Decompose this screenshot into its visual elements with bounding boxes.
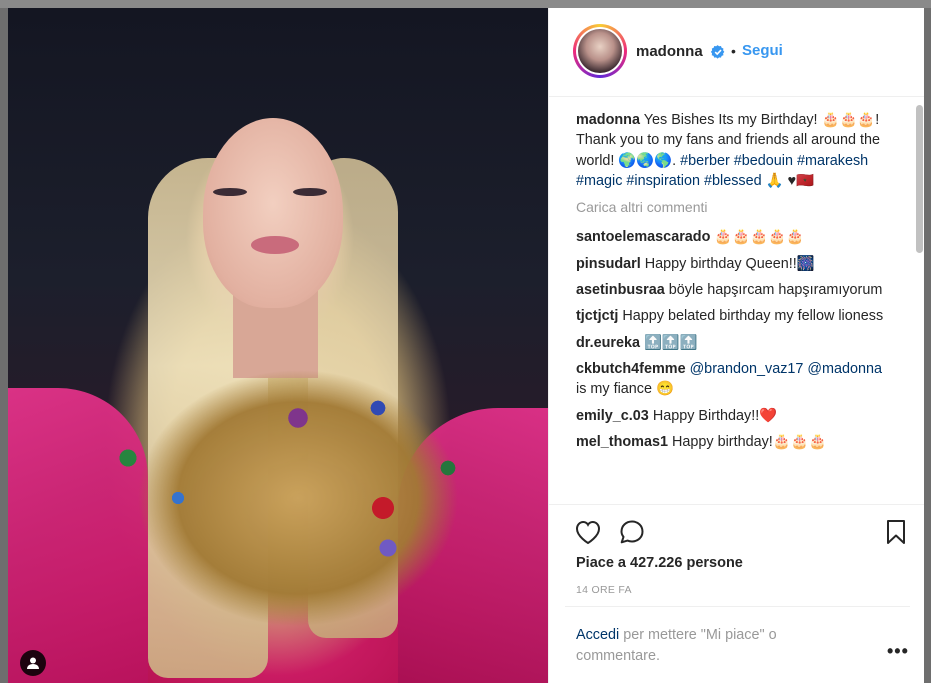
comment-username[interactable]: tjctjctj xyxy=(576,308,618,324)
comment-item: santoelemascarado 🎂🎂🎂🎂🎂 xyxy=(576,227,888,247)
login-prompt: Accedi per mettere "Mi piace" o commenta… xyxy=(565,606,910,683)
comment-text: Happy birthday!🎂🎂🎂 xyxy=(671,433,827,450)
comment-username[interactable]: ckbutch4femme xyxy=(576,361,686,377)
caption-emoji: 🙏 ♥🇲🇦 xyxy=(765,172,814,189)
avatar-border xyxy=(576,27,624,75)
follow-button[interactable]: Segui xyxy=(742,42,783,59)
comments-list[interactable]: madonna Yes Bishes Its my Birthday! 🎂🎂🎂!… xyxy=(549,97,924,504)
photo-eye-right xyxy=(293,188,327,196)
comment-item: pinsudarl Happy birthday Queen!!🎆 xyxy=(576,254,888,274)
comment-icon[interactable] xyxy=(617,517,647,547)
photo-lips xyxy=(251,236,299,254)
comment-mention[interactable]: @madonna xyxy=(807,361,882,377)
hashtag[interactable]: #magic xyxy=(576,173,622,189)
bookmark-icon[interactable] xyxy=(881,517,911,547)
post-header: madonna • Segui xyxy=(549,8,924,97)
comment-item: mel_thomas1 Happy birthday!🎂🎂🎂 xyxy=(576,432,888,452)
comment-text: böyle hapşırcam hapşıramıyorum xyxy=(668,282,883,299)
comment-item: ckbutch4femme @brandon_vaz17 @madonna is… xyxy=(576,359,888,400)
hashtag[interactable]: #inspiration xyxy=(626,173,700,189)
comment-username[interactable]: pinsudarl xyxy=(576,256,641,272)
post-photo[interactable] xyxy=(8,8,548,683)
header-separator: • xyxy=(731,43,736,59)
comment-text: Happy belated birthday my fellow lioness xyxy=(622,308,884,325)
comment-username[interactable]: asetinbusraa xyxy=(576,282,665,298)
comment-item: emily_c.03 Happy Birthday!!❤️ xyxy=(576,406,888,426)
hashtag[interactable]: #marakesh xyxy=(797,153,868,169)
login-text: Accedi per mettere "Mi piace" o commenta… xyxy=(576,625,856,666)
comment-item: asetinbusraa böyle hapşırcam hapşıramıyo… xyxy=(576,280,888,300)
heart-icon[interactable] xyxy=(573,517,603,547)
photo-jewelry xyxy=(88,368,488,668)
hashtag[interactable]: #blessed xyxy=(704,173,762,189)
action-bar xyxy=(549,504,924,557)
comment-text: Happy birthday Queen!!🎆 xyxy=(644,255,815,272)
caption: madonna Yes Bishes Its my Birthday! 🎂🎂🎂!… xyxy=(576,110,888,191)
post-timestamp[interactable]: 14 ORE FA xyxy=(576,584,632,596)
comment-text: 🔝🔝🔝 xyxy=(644,334,698,351)
likes-count[interactable]: Piace a 427.226 persone xyxy=(576,555,743,571)
photo-face xyxy=(203,118,343,308)
comments-scrollbar[interactable] xyxy=(916,105,923,253)
avatar[interactable] xyxy=(573,24,627,78)
comment-username[interactable]: emily_c.03 xyxy=(576,408,649,424)
comment-text: is my fiance 😁 xyxy=(576,381,674,398)
post-modal: madonna • Segui madonna Yes Bishes Its m… xyxy=(8,8,924,683)
comment-username[interactable]: dr.eureka xyxy=(576,335,640,351)
comments-fade xyxy=(549,490,924,504)
load-more-comments-link[interactable]: Carica altri commenti xyxy=(576,197,888,217)
avatar-image xyxy=(578,29,622,73)
comment-item: tjctjctj Happy belated birthday my fello… xyxy=(576,306,888,326)
comment-text: Happy Birthday!!❤️ xyxy=(652,407,778,424)
photo-eye-left xyxy=(213,188,247,196)
hashtag[interactable]: #bedouin xyxy=(734,153,793,169)
hashtag[interactable]: #berber xyxy=(680,153,730,169)
comment-text: 🎂🎂🎂🎂🎂 xyxy=(714,229,804,246)
background-strip xyxy=(0,0,931,8)
caption-username[interactable]: madonna xyxy=(576,112,640,128)
more-options-button[interactable]: ••• xyxy=(887,641,909,662)
comment-username[interactable]: mel_thomas1 xyxy=(576,434,668,450)
user-tag-icon[interactable] xyxy=(20,650,46,676)
header-username[interactable]: madonna xyxy=(636,43,703,60)
login-link[interactable]: Accedi xyxy=(576,627,619,643)
comment-item: dr.eureka 🔝🔝🔝 xyxy=(576,333,888,353)
comment-username[interactable]: santoelemascarado xyxy=(576,229,710,245)
post-side-panel: madonna • Segui madonna Yes Bishes Its m… xyxy=(548,8,924,683)
verified-badge-icon xyxy=(711,45,725,59)
comment-mention[interactable]: @brandon_vaz17 xyxy=(690,361,804,377)
